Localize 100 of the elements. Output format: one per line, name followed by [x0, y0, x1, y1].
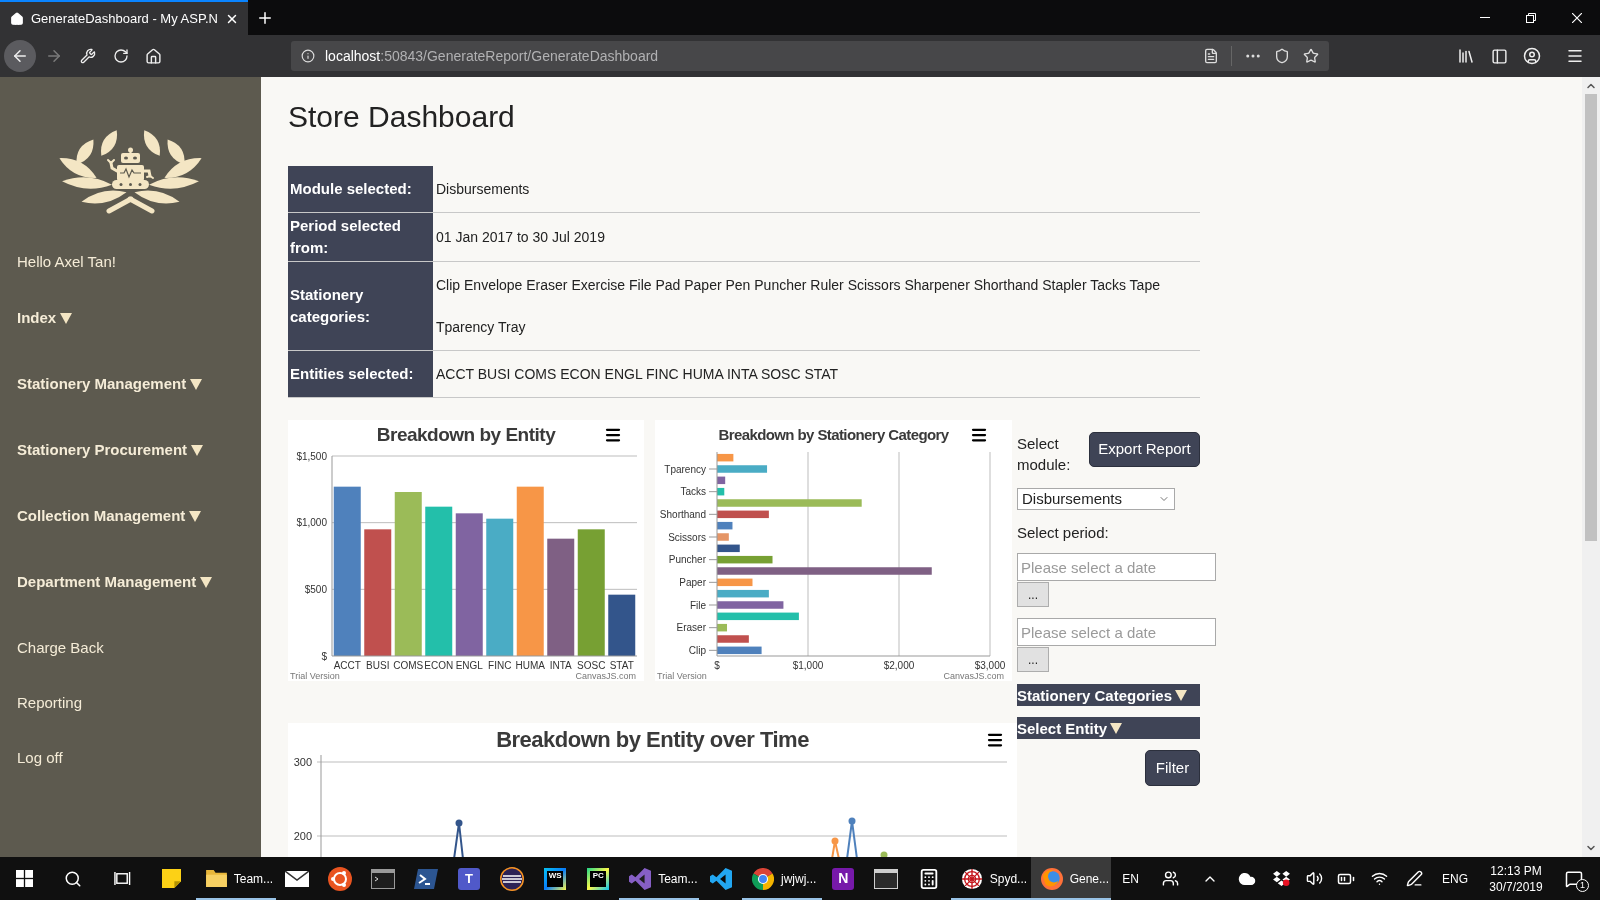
taskbar-button[interactable]: N	[821, 857, 865, 900]
filter-button[interactable]: Filter	[1145, 750, 1200, 786]
reload-icon[interactable]	[113, 48, 129, 64]
sidebar-link[interactable]: Reporting	[17, 693, 83, 713]
books-icon[interactable]	[1457, 47, 1475, 65]
taskbar-button[interactable]: Team...	[619, 857, 700, 900]
bar	[717, 589, 769, 598]
search-icon	[64, 869, 83, 888]
globe-logo-icon	[1040, 867, 1063, 890]
caret-icon	[191, 444, 204, 456]
sidebar-menu-item[interactable]: Collection Management	[17, 506, 202, 526]
user-circle-icon[interactable]	[1523, 47, 1541, 65]
export-report-button[interactable]: Export Report	[1089, 432, 1200, 467]
taskbar-button[interactable]: Team...	[195, 857, 276, 900]
input-language[interactable]: ENG	[1432, 857, 1479, 900]
row-value: Clip Envelope Eraser Exercise File Pad Paper Pen Puncher Ruler Scissors Sharpener Shorthand Stapler Tacks Tape Tparency Tray	[433, 261, 1200, 351]
module-select[interactable]: Disbursements	[1017, 488, 1175, 510]
caret-icon	[190, 378, 203, 390]
sidebar-link[interactable]: Log off	[17, 748, 63, 768]
back-button[interactable]	[4, 40, 36, 72]
address-field[interactable]: localhost:50843/GenerateReport/GenerateDashboard	[291, 41, 1329, 71]
page-icon[interactable]	[1203, 48, 1219, 64]
scrollbar[interactable]	[1582, 77, 1600, 857]
bar	[717, 465, 768, 473]
web-logo-icon	[960, 867, 983, 890]
box-logo-icon[interactable]	[1272, 871, 1290, 886]
axis-label: $3,000	[974, 660, 1006, 671]
shield-icon[interactable]	[1274, 48, 1290, 64]
scroll-thumb[interactable]	[1585, 94, 1597, 541]
dropdown-toggle[interactable]: Select Entity	[1017, 717, 1200, 739]
wifi-icon[interactable]	[1370, 870, 1388, 887]
trial-label: Trial Version	[290, 671, 340, 681]
axis-label: Eraser	[676, 622, 706, 634]
wrench-icon[interactable]	[80, 48, 96, 64]
clock-button[interactable]: 12:13 PM 30/7/2019	[1478, 857, 1554, 900]
star-icon[interactable]	[1303, 48, 1319, 64]
speaker-icon[interactable]	[1305, 870, 1323, 887]
axis-label: ACCT	[333, 660, 361, 671]
chart-title: Breakdown by Entity over Time	[496, 726, 809, 754]
date-picker-button[interactable]: ...	[1017, 582, 1049, 607]
sidebar-link[interactable]: Charge Back	[17, 638, 104, 658]
chart-menu-button[interactable]	[603, 426, 623, 444]
axis-label: $1,500	[296, 450, 327, 462]
axis-label: 300	[293, 755, 312, 768]
sticky-note-icon	[161, 869, 181, 888]
taskbar-button[interactable]: WS	[533, 857, 577, 900]
info-icon[interactable]	[301, 49, 315, 63]
sidebar-menu-item[interactable]: Stationery Procurement	[17, 440, 204, 460]
bar	[717, 555, 773, 564]
axis-label: STAT	[609, 660, 634, 671]
sidebar-menu-item[interactable]: Stationery Management	[17, 374, 203, 394]
axis-label: $1,000	[792, 660, 824, 671]
app-logo: T	[457, 867, 480, 890]
chart-menu-button[interactable]	[969, 426, 989, 444]
axis-label: Tacks	[680, 486, 706, 498]
striped-orb-icon	[499, 866, 524, 891]
axis-label: INTA	[549, 660, 572, 671]
people-icon[interactable]	[1161, 870, 1179, 887]
taskbar-button[interactable]: PC	[576, 857, 620, 900]
row-label: Period selected from:	[288, 212, 433, 262]
caret-icon	[189, 510, 202, 522]
notification-button[interactable]: 1	[1553, 857, 1594, 900]
bar	[717, 453, 734, 462]
keyboard-language[interactable]: EN	[1110, 857, 1151, 900]
sidebar-menu-item[interactable]: Department Management	[17, 572, 213, 592]
sidebar-icon[interactable]	[1491, 47, 1508, 65]
taskbar-button[interactable]: T	[447, 857, 491, 900]
axis-label: Tparency	[664, 463, 706, 475]
chart-title: Breakdown by Entity	[376, 422, 556, 447]
date-picker-button[interactable]: ...	[1017, 647, 1049, 672]
dropdown-toggle[interactable]: Stationery Categories	[1017, 684, 1200, 706]
date-field[interactable]: Please select a date	[1017, 618, 1216, 646]
caret-icon	[200, 576, 213, 588]
axis-label: Puncher	[668, 554, 706, 566]
pen-icon[interactable]	[1405, 870, 1423, 887]
house-icon[interactable]	[145, 47, 162, 65]
app-logo: PC	[586, 867, 609, 890]
app-logo: WS	[543, 867, 566, 890]
browser-tab[interactable]: GenerateDashboard - My ASP.N	[0, 0, 248, 35]
credit-link[interactable]: CanvasJS.com	[943, 671, 1004, 681]
taskbar-button[interactable]: Gene...	[1030, 857, 1111, 900]
row-label: Entities selected:	[288, 350, 433, 398]
taskbar-button[interactable]: jwjwj...	[742, 857, 822, 900]
bar	[717, 544, 740, 553]
data-point	[831, 837, 839, 845]
task-view-icon	[113, 870, 131, 887]
sidebar-menu-item[interactable]: Index	[17, 308, 73, 328]
date-field[interactable]: Please select a date	[1017, 553, 1216, 581]
row-label: Stationery categories:	[288, 261, 433, 351]
taskbar-button[interactable]: Spyd...	[950, 857, 1031, 900]
menu-icon	[969, 426, 989, 444]
bar	[717, 646, 762, 655]
caret-icon	[60, 312, 73, 324]
bar	[717, 521, 733, 530]
axis-label: $	[714, 660, 720, 671]
menu-icon[interactable]	[1566, 47, 1584, 65]
credit-link[interactable]: CanvasJS.com	[575, 671, 636, 681]
message-icon	[1564, 869, 1583, 888]
row-value: ACCT BUSI COMS ECON ENGL FINC HUMA INTA SOSC STAT	[433, 350, 1200, 398]
minimize-icon	[1480, 17, 1490, 18]
